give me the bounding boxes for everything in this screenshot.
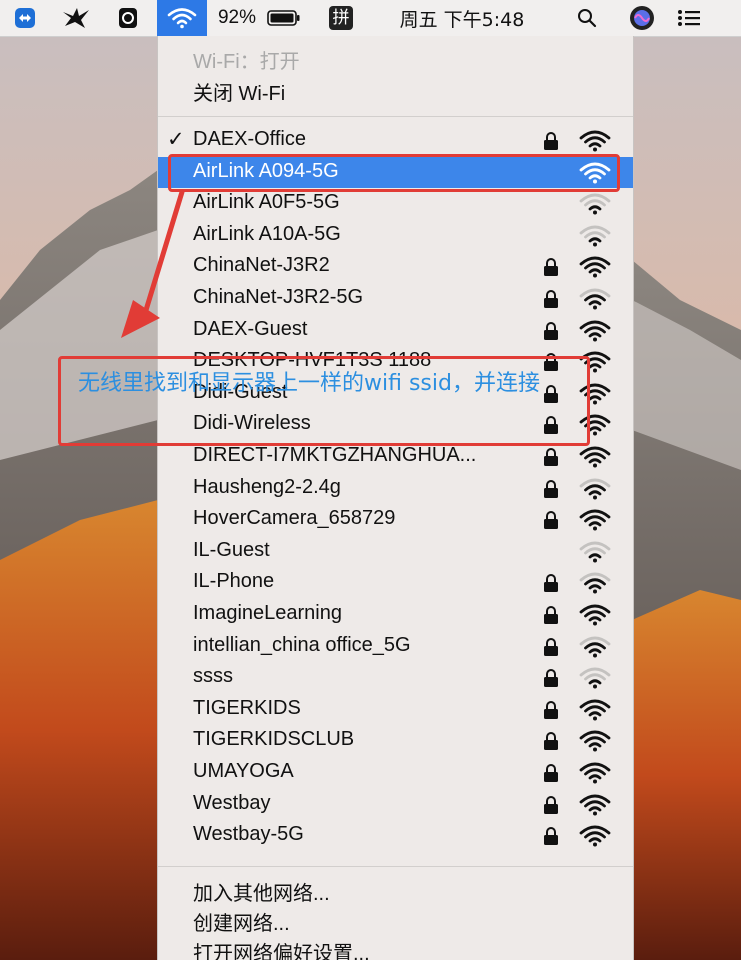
annotation-instruction-text: 无线里找到和显示器上一样的wifi ssid，并连接 — [78, 371, 540, 396]
annotation-arrow-icon — [121, 189, 185, 338]
